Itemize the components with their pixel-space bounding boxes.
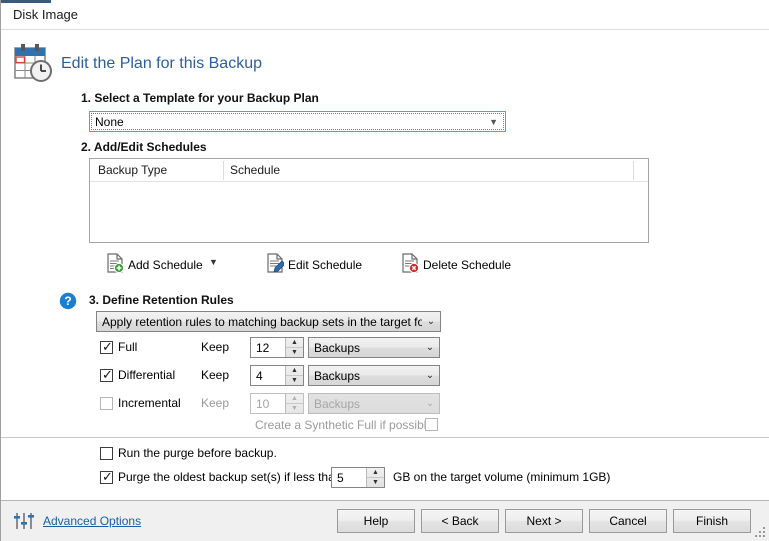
document-add-icon — [106, 253, 125, 276]
retention-incremental-count-stepper: 10 ▲ ▼ — [250, 393, 304, 414]
stepper-up-icon: ▲ — [286, 394, 303, 404]
step2-label: 2. Add/Edit Schedules — [81, 140, 207, 154]
stepper-up-icon[interactable]: ▲ — [286, 338, 303, 348]
edit-schedule-label: Edit Schedule — [288, 257, 363, 272]
retention-differential-count-stepper[interactable]: 4 ▲ ▼ — [250, 365, 304, 386]
schedules-table-header: Backup Type Schedule — [90, 159, 648, 182]
retention-full-keep-label: Keep — [201, 340, 230, 354]
retention-full-count-value[interactable]: 12 — [251, 338, 285, 357]
stepper-buttons[interactable]: ▲ ▼ — [366, 468, 384, 487]
purge-threshold-stepper[interactable]: 5 ▲ ▼ — [331, 467, 385, 488]
purge-oldest-checkbox[interactable]: ✓ — [100, 469, 113, 484]
purge-threshold-value[interactable]: 5 — [332, 468, 366, 487]
retention-incremental-unit-value: Backups — [314, 396, 361, 411]
edit-schedule-button[interactable]: Edit Schedule — [266, 253, 362, 276]
retention-full-unit-select[interactable]: Backups ⌄ — [308, 337, 440, 358]
retention-full-label: Full — [118, 340, 138, 354]
add-schedule-dropdown-arrow[interactable]: ▼ — [209, 257, 218, 267]
purge-oldest-label: Purge the oldest backup set(s) if less t… — [118, 470, 342, 484]
retention-incremental-keep-label: Keep — [201, 396, 230, 410]
chevron-down-icon: ⌄ — [425, 397, 435, 409]
cancel-button[interactable]: Cancel — [589, 509, 667, 533]
document-delete-icon — [401, 253, 420, 276]
retention-incremental-unit-select: Backups ⌄ — [308, 393, 440, 414]
retention-scope-select[interactable]: Apply retention rules to matching backup… — [96, 311, 441, 332]
next-button[interactable]: Next > — [505, 509, 583, 533]
synthetic-full-checkbox — [425, 418, 438, 431]
stepper-up-icon[interactable]: ▲ — [286, 366, 303, 376]
help-button[interactable]: Help — [337, 509, 415, 533]
stepper-down-icon[interactable]: ▼ — [367, 478, 384, 487]
stepper-down-icon: ▼ — [291, 405, 298, 412]
focus-outline — [91, 113, 504, 130]
column-divider-2[interactable] — [633, 161, 634, 180]
page-title: Edit the Plan for this Backup — [61, 55, 262, 72]
chevron-down-icon: ▼ — [489, 116, 498, 127]
advanced-options-link[interactable]: Advanced Options — [43, 514, 141, 528]
add-schedule-button[interactable]: Add Schedule — [106, 253, 203, 276]
check-icon: ✓ — [102, 469, 113, 484]
help-circle-icon[interactable]: ? — [59, 292, 77, 313]
retention-incremental-count-value: 10 — [256, 396, 270, 411]
column-header-schedule[interactable]: Schedule — [230, 163, 280, 177]
retention-differential-unit-select[interactable]: Backups ⌄ — [308, 365, 440, 386]
title-bar: Disk Image — [1, 0, 769, 30]
retention-differential-checkbox[interactable]: ✓ — [100, 367, 113, 382]
calendar-clock-icon — [11, 42, 55, 84]
delete-schedule-label: Delete Schedule — [423, 257, 512, 272]
step3-label: 3. Define Retention Rules — [89, 293, 234, 307]
retention-differential-keep-label: Keep — [201, 368, 230, 382]
check-icon: ✓ — [102, 367, 113, 382]
template-select-value: None — [95, 114, 124, 129]
retention-incremental-label: Incremental — [118, 396, 181, 410]
chevron-down-icon: ⌄ — [426, 315, 436, 327]
title-bar-accent — [1, 0, 51, 3]
column-divider-1[interactable] — [223, 161, 224, 180]
document-edit-icon — [266, 253, 286, 276]
retention-differential-label: Differential — [118, 368, 176, 382]
retention-full-count-stepper[interactable]: 12 ▲ ▼ — [250, 337, 304, 358]
finish-button[interactable]: Finish — [673, 509, 751, 533]
retention-scope-value: Apply retention rules to matching backup… — [102, 314, 422, 329]
purge-threshold-suffix: GB on the target volume (minimum 1GB) — [393, 470, 611, 484]
run-purge-before-backup-checkbox[interactable] — [100, 447, 113, 460]
section-divider — [1, 437, 769, 438]
back-button[interactable]: < Back — [421, 509, 499, 533]
window-title: Disk Image — [13, 7, 79, 22]
step1-label: 1. Select a Template for your Backup Pla… — [81, 91, 319, 105]
stepper-buttons: ▲ ▼ — [285, 394, 303, 413]
schedules-table[interactable]: Backup Type Schedule — [89, 158, 649, 243]
sliders-icon[interactable] — [13, 511, 35, 534]
column-header-backup-type[interactable]: Backup Type — [98, 163, 167, 177]
retention-incremental-checkbox[interactable] — [100, 397, 113, 410]
retention-full-checkbox[interactable]: ✓ — [100, 339, 113, 354]
retention-full-unit-value: Backups — [314, 340, 361, 355]
synthetic-full-label: Create a Synthetic Full if possible — [255, 418, 434, 432]
retention-differential-unit-value: Backups — [314, 368, 361, 383]
delete-schedule-button[interactable]: Delete Schedule — [401, 253, 511, 276]
chevron-down-icon: ⌄ — [425, 341, 435, 353]
run-purge-before-backup-label: Run the purge before backup. — [118, 446, 277, 460]
svg-text:?: ? — [64, 294, 71, 308]
stepper-buttons[interactable]: ▲ ▼ — [285, 366, 303, 385]
add-schedule-label: Add Schedule — [128, 257, 203, 272]
dialog-window: Disk Image Edit the Plan for this Backup… — [0, 0, 769, 541]
stepper-down-icon[interactable]: ▼ — [286, 376, 303, 385]
resize-grip[interactable] — [755, 527, 766, 538]
stepper-buttons[interactable]: ▲ ▼ — [285, 338, 303, 357]
chevron-down-icon: ⌄ — [425, 369, 435, 381]
check-icon: ✓ — [102, 339, 113, 354]
template-select[interactable]: None ▼ — [89, 111, 506, 132]
retention-differential-count-value[interactable]: 4 — [251, 366, 285, 385]
stepper-down-icon[interactable]: ▼ — [286, 348, 303, 357]
footer-bar: Advanced Options Help < Back Next > Canc… — [1, 500, 769, 541]
stepper-up-icon[interactable]: ▲ — [367, 468, 384, 478]
